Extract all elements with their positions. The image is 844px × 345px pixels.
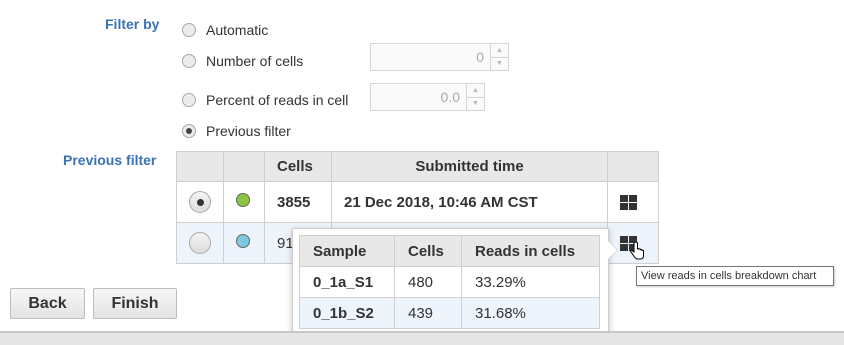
table-header-row: Cells Submitted time <box>176 151 659 182</box>
breakdown-row: 0_1a_S1 480 33.29% <box>299 266 600 298</box>
sample-name: 0_1b_S2 <box>299 297 395 329</box>
row-select-cell[interactable] <box>176 222 224 264</box>
sample-reads: 31.68% <box>461 297 600 329</box>
number-of-cells-value: 0 <box>476 49 484 65</box>
option-percent-of-reads-label: Percent of reads in cell <box>206 92 349 108</box>
radio-number-of-cells[interactable] <box>182 54 196 68</box>
option-previous-filter[interactable]: Previous filter <box>182 121 291 141</box>
color-dot <box>236 234 250 248</box>
percent-of-reads-input[interactable]: 0.0 ▲ ▼ <box>370 83 485 111</box>
row-select-cell[interactable] <box>176 181 224 223</box>
sample-reads: 33.29% <box>461 266 600 298</box>
col-color-header <box>223 151 265 182</box>
spin-up-icon[interactable]: ▲ <box>491 44 508 57</box>
color-dot <box>236 193 250 207</box>
row-cells: 3855 <box>264 181 332 223</box>
spin-down-icon[interactable]: ▼ <box>491 56 508 71</box>
percent-of-reads-spinner[interactable]: ▲ ▼ <box>466 84 484 110</box>
option-automatic-label: Automatic <box>206 22 269 38</box>
breakdown-row: 0_1b_S2 439 31.68% <box>299 297 600 329</box>
option-number-of-cells[interactable]: Number of cells <box>182 51 303 71</box>
col-select-header <box>176 151 224 182</box>
option-previous-filter-label: Previous filter <box>206 123 291 139</box>
col-submitted-header: Submitted time <box>331 151 608 182</box>
grid-icon[interactable] <box>620 194 637 210</box>
radio-previous-filter[interactable] <box>182 124 196 138</box>
number-of-cells-input[interactable]: 0 ▲ ▼ <box>370 43 509 71</box>
option-automatic[interactable]: Automatic <box>182 20 268 40</box>
breakdown-header-row: Sample Cells Reads in cells <box>299 235 600 267</box>
col-reads-header: Reads in cells <box>461 235 600 267</box>
percent-of-reads-value: 0.0 <box>440 89 460 105</box>
reads-breakdown-popup: Sample Cells Reads in cells 0_1a_S1 480 … <box>292 228 618 335</box>
back-button[interactable]: Back <box>10 288 85 319</box>
spin-down-icon[interactable]: ▼ <box>467 96 484 111</box>
col-sample-header: Sample <box>299 235 395 267</box>
option-number-of-cells-label: Number of cells <box>206 53 304 69</box>
table-row[interactable]: 3855 21 Dec 2018, 10:46 AM CST <box>176 181 659 223</box>
radio-automatic[interactable] <box>182 23 196 37</box>
breakdown-table: Sample Cells Reads in cells 0_1a_S1 480 … <box>299 235 600 329</box>
col-actions-header <box>607 151 659 182</box>
number-of-cells-spinner[interactable]: ▲ ▼ <box>490 44 508 70</box>
previous-filter-label: Previous filter <box>63 152 157 168</box>
option-percent-of-reads[interactable]: Percent of reads in cell <box>182 90 348 110</box>
breakdown-tooltip: View reads in cells breakdown chart <box>636 266 834 286</box>
sample-name: 0_1a_S1 <box>299 266 395 298</box>
radio-percent-of-reads[interactable] <box>182 93 196 107</box>
sample-cells: 439 <box>394 297 462 329</box>
col-cells-header: Cells <box>264 151 332 182</box>
row-radio[interactable] <box>189 191 211 213</box>
spin-up-icon[interactable]: ▲ <box>467 84 484 97</box>
col-cells-header: Cells <box>394 235 462 267</box>
row-actions-cell[interactable] <box>607 181 659 223</box>
row-submitted: 21 Dec 2018, 10:46 AM CST <box>331 181 608 223</box>
row-color-cell <box>223 222 265 264</box>
row-radio[interactable] <box>189 232 211 254</box>
hand-cursor-icon <box>630 242 644 260</box>
sample-cells: 480 <box>394 266 462 298</box>
finish-button[interactable]: Finish <box>93 288 177 319</box>
filter-by-label: Filter by <box>105 16 160 32</box>
row-color-cell <box>223 181 265 223</box>
